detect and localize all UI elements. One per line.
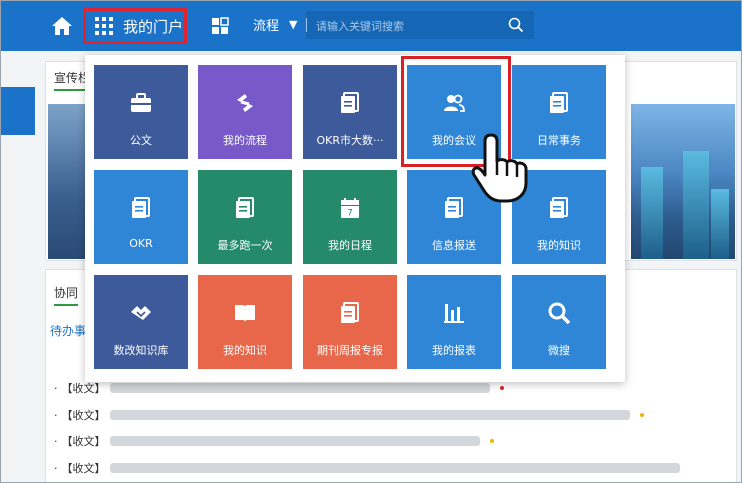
doc-type: 收文】 [72,462,106,475]
briefcase-icon [131,93,151,112]
bullet: · [54,381,58,395]
bullet: · [54,461,58,475]
calendar-icon: 7 [341,198,359,219]
app-window: 我的门户 流程 ▼ 宣传栏 [0,0,742,483]
home-icon[interactable] [51,16,73,36]
tile-reform-knowledge-base[interactable]: 数改知识库 [94,275,188,369]
tile-official-docs[interactable]: 公文 [94,65,188,159]
blurred-title [109,436,480,446]
banner-image-right [631,104,735,259]
doc-type: 收文】 [72,409,106,422]
doc-bracket: 【 [61,409,73,422]
tab-collab[interactable]: 协同 [54,284,79,306]
todo-link[interactable]: 待办事 [50,322,86,339]
tile-label: 我的知识 [537,239,581,252]
handshake-icon [131,306,151,320]
book-icon [235,305,255,322]
search-icon[interactable] [508,17,524,33]
tile-label: 期刊周报专报 [317,344,383,357]
tile-label: OKR市大数··· [316,134,384,147]
tile-my-process[interactable]: 我的流程 [198,65,292,159]
process-icon [212,17,229,34]
portal-app-menu: 公文 我的流程 OKR市大数··· 我的会议 日常事务 OKR 最多跑一次 7 [85,55,625,382]
blurred-title [109,463,680,473]
document-icon [550,197,568,218]
doc-bracket: 【 [61,382,73,395]
document-icon [341,302,359,323]
tile-label: 信息报送 [432,239,476,252]
document-icon [132,197,150,218]
process-dropdown-label: 流程 [253,19,280,34]
document-icon [550,92,568,113]
bullet: · [54,408,58,422]
tile-label: OKR [129,237,153,250]
tile-label: 我的流程 [223,134,267,147]
blurred-title [109,383,490,393]
doc-type: 收文】 [72,435,106,448]
banner-image-left [48,104,88,259]
search-input[interactable] [314,14,498,38]
document-icon [445,197,463,218]
blurred-title [109,410,630,420]
flag-dot [639,413,644,417]
tile-label: 数改知识库 [113,344,169,357]
doc-bracket: 【 [61,462,73,475]
tile-my-knowledge-book[interactable]: 我的知识 [198,275,292,369]
list-item[interactable]: · 【 收文】 [54,432,494,450]
unread-dot [499,386,504,390]
flag-dot [489,439,494,443]
left-nav-indicator [1,87,35,135]
list-item[interactable]: · 【 收文】 [54,459,680,477]
tile-label: 我的日程 [328,239,372,252]
tile-okr-data[interactable]: OKR市大数··· [303,65,397,159]
list-item[interactable]: · 【 收文】 [54,406,644,424]
tile-run-once[interactable]: 最多跑一次 [198,170,292,264]
tile-label: 微搜 [548,344,570,357]
doc-bracket: 【 [61,435,73,448]
magnifier-icon [548,302,571,325]
people-icon [444,94,465,112]
building-shape [683,151,709,259]
tile-my-schedule[interactable]: 7 我的日程 [303,170,397,264]
document-icon [341,92,359,113]
flow-icon [237,94,253,112]
building-shape [641,167,663,259]
my-portal-label: 我的门户 [123,17,184,36]
tile-micro-search[interactable]: 微搜 [512,275,606,369]
tile-label: 我的知识 [223,344,267,357]
doc-type: 收文】 [72,382,106,395]
search-box[interactable] [306,11,534,39]
calendar-day-text: 7 [347,209,353,219]
app-grid-icon [95,17,113,35]
bar-chart-icon [444,304,464,323]
my-portal-button[interactable]: 我的门户 [83,8,187,44]
tile-label: 公文 [130,134,152,147]
top-nav-bar: 我的门户 流程 ▼ [1,1,741,51]
pointer-hand-icon [471,133,528,203]
search-divider [306,18,307,32]
tile-okr[interactable]: OKR [94,170,188,264]
bullet: · [54,434,58,448]
tile-label: 最多跑一次 [217,239,273,252]
tile-my-reports[interactable]: 我的报表 [407,275,501,369]
building-shape [711,189,729,259]
chevron-down-icon: ▼ [289,18,298,31]
tile-periodicals[interactable]: 期刊周报专报 [303,275,397,369]
tile-label: 我的报表 [432,344,476,357]
process-dropdown[interactable]: 流程 ▼ [253,15,297,34]
document-icon [236,197,254,218]
